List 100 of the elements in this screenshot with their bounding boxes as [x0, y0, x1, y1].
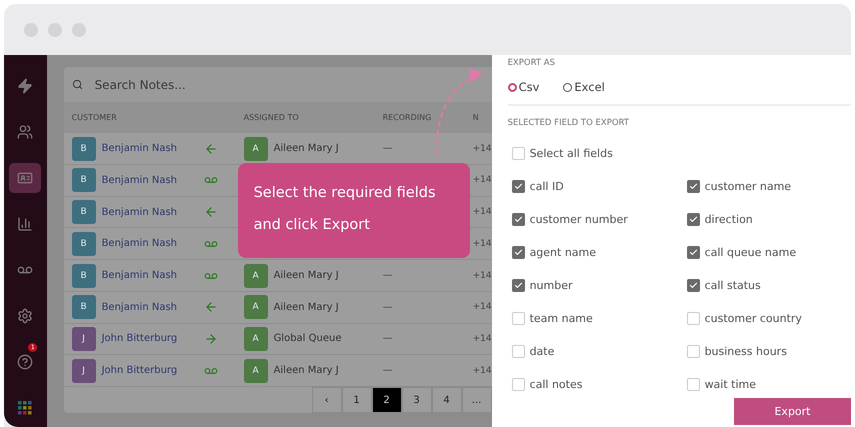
assignee-name: Aileen Mary J [274, 365, 339, 376]
customer-name[interactable]: Benjamin Nash [102, 302, 178, 313]
radio-dot[interactable] [508, 82, 517, 92]
check-icon [514, 215, 523, 224]
assignee-avatar: A [244, 264, 268, 288]
checkbox-label: wait time [704, 378, 756, 391]
customer-avatar: B [72, 295, 96, 320]
recording-cell: — [382, 365, 393, 376]
checkbox-label: call queue name [704, 246, 796, 259]
check-icon [688, 248, 698, 257]
customer-name[interactable]: Benjamin Nash [102, 238, 178, 250]
format-radio[interactable]: Csv [508, 80, 540, 94]
phone-number: +14 [472, 302, 492, 312]
checkbox-label: customer country [704, 312, 802, 325]
customer-avatar: B [72, 168, 96, 192]
customer-name[interactable]: John Bitterburg [102, 365, 178, 376]
assignee-name: Aileen Mary J [274, 302, 339, 313]
checkbox[interactable] [512, 213, 525, 226]
checkbox[interactable] [512, 279, 525, 292]
page-button[interactable]: 3 [402, 387, 432, 413]
assignee-name: Global Queue [274, 333, 342, 344]
users-icon [17, 124, 34, 140]
assignee-avatar: A [244, 358, 268, 383]
app-grid-icon [18, 401, 32, 415]
checkbox[interactable] [686, 279, 700, 292]
page-button[interactable]: ‹ [312, 387, 342, 413]
settings-icon [17, 308, 34, 324]
export-as-label: EXPORT AS [508, 58, 556, 68]
checkbox-label: number [530, 279, 572, 292]
bar-chart-icon [17, 216, 34, 232]
fields-label: SELECTED FIELD TO EXPORT [508, 118, 630, 128]
customer-name[interactable]: Benjamin Nash [102, 206, 178, 218]
checkbox-label: call notes [530, 378, 582, 391]
check-icon [514, 182, 523, 191]
bolt-icon [17, 78, 34, 94]
phone-number: +14 [472, 175, 492, 186]
column-header: CUSTOMER [72, 113, 118, 122]
customer-avatar: B [72, 200, 96, 224]
checkbox-label: direction [704, 213, 753, 226]
checkbox-label: date [530, 345, 554, 358]
checkbox-label: call status [704, 279, 761, 292]
column-header: N [472, 113, 480, 122]
checkbox[interactable] [686, 213, 700, 226]
tooltip: Select the required fields and click Export [238, 163, 470, 258]
phone-number: +14 [472, 334, 492, 344]
format-label: Excel [574, 80, 605, 94]
recording-cell: — [382, 270, 393, 282]
check-icon [514, 281, 523, 290]
phone-number: +14 [472, 238, 492, 249]
customer-avatar: J [72, 358, 96, 383]
radio-dot[interactable] [563, 82, 572, 92]
checkbox[interactable] [512, 246, 525, 259]
page-button[interactable]: 4 [432, 387, 462, 413]
search-icon [72, 79, 83, 90]
phone-number: +14 [472, 366, 492, 376]
column-header: ASSIGNED TO [244, 113, 300, 122]
customer-name[interactable]: John Bitterburg [102, 333, 178, 344]
customer-avatar: J [72, 326, 96, 351]
assignee-avatar: A [244, 326, 268, 351]
checkbox-label: agent name [530, 246, 596, 259]
phone-number: +14 [472, 270, 492, 281]
check-icon [514, 248, 523, 257]
checkbox[interactable] [686, 180, 700, 193]
checkbox[interactable] [512, 180, 525, 193]
customer-avatar: B [72, 232, 96, 256]
check-icon [688, 182, 698, 191]
recording-cell: — [382, 333, 393, 344]
checkbox-label: call ID [530, 180, 564, 193]
customer-avatar: B [72, 264, 96, 288]
column-header: RECORDING [382, 113, 432, 122]
recording-cell: — [382, 302, 393, 313]
page-button[interactable]: 1 [342, 387, 372, 413]
format-label: Csv [518, 80, 540, 94]
assignee-avatar: A [244, 136, 268, 161]
checkbox-label: business hours [704, 345, 787, 358]
export-button[interactable]: Export [734, 398, 851, 425]
page-button[interactable]: ... [462, 387, 492, 413]
recording-cell: — [382, 143, 393, 154]
customer-name[interactable]: Benjamin Nash [102, 270, 178, 282]
help-icon [17, 354, 34, 370]
checkbox-label: team name [530, 312, 593, 325]
phone-number: +14 [472, 144, 492, 154]
customer-name[interactable]: Benjamin Nash [102, 174, 178, 186]
assignee-name: Aileen Mary J [274, 270, 339, 282]
check-icon [688, 215, 698, 224]
check-icon [688, 281, 698, 290]
customer-avatar: B [72, 136, 96, 161]
search-field[interactable]: Search Notes... [92, 76, 293, 93]
checkbox-label: customer name [704, 180, 792, 193]
assignee-avatar: A [244, 295, 268, 320]
customer-name[interactable]: Benjamin Nash [102, 143, 178, 154]
sidebar-item[interactable] [9, 163, 42, 193]
assignee-name: Aileen Mary J [274, 143, 339, 154]
phone-number: +14 [472, 207, 492, 218]
arrow-right-icon [204, 332, 218, 346]
checkbox[interactable] [686, 246, 700, 259]
page-button[interactable]: 2 [372, 387, 402, 413]
contact-card-icon [17, 170, 34, 186]
format-radio[interactable]: Excel [563, 80, 605, 94]
checkbox-label: Select all fields [530, 147, 613, 160]
